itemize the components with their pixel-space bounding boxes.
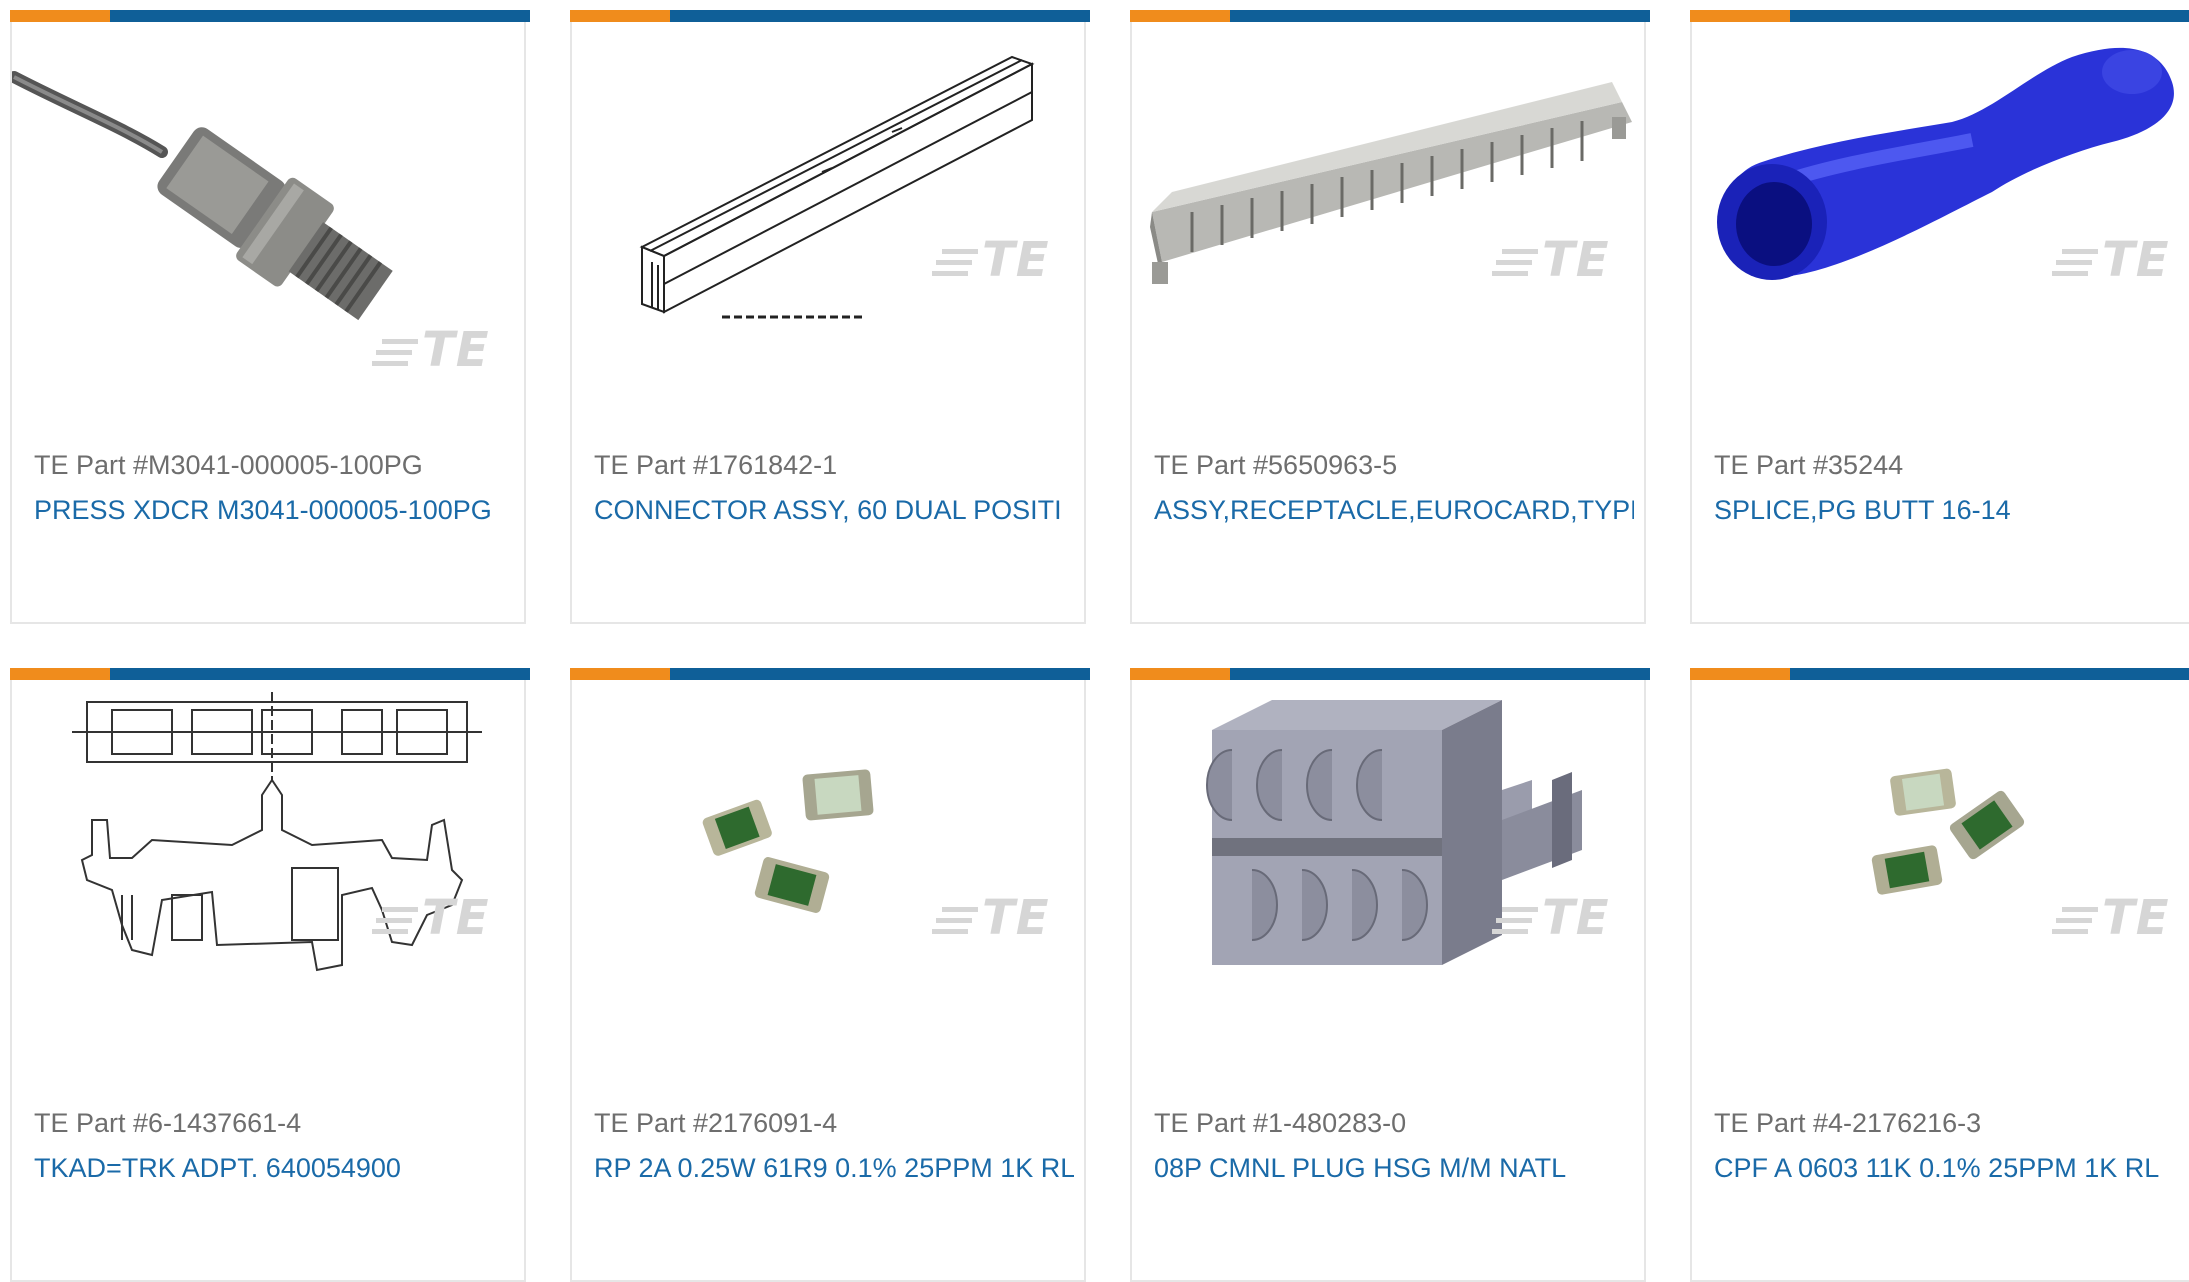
card-color-bar xyxy=(1690,10,2189,22)
product-link[interactable]: TKAD=TRK ADPT. 640054900 xyxy=(34,1153,514,1184)
te-watermark-logo: TE xyxy=(372,322,490,378)
product-link[interactable]: CONNECTOR ASSY, 60 DUAL POSITI xyxy=(594,495,1074,526)
product-image-track-adapter-drawing[interactable]: TE xyxy=(12,680,524,1060)
card-accent-bar xyxy=(1690,668,1790,680)
product-card[interactable]: TE TE Part #1761842-1 CONNECTOR ASSY, 60… xyxy=(570,10,1090,624)
te-watermark-logo: TE xyxy=(932,232,1050,288)
card-color-bar xyxy=(570,668,1090,680)
card-accent-bar xyxy=(10,10,110,22)
product-link[interactable]: RP 2A 0.25W 61R9 0.1% 25PPM 1K RL xyxy=(594,1153,1074,1184)
product-image-pressure-transducer[interactable]: TE xyxy=(12,22,524,402)
product-grid: TE TE Part #M3041-000005-100PG PRESS XDC… xyxy=(0,0,2189,1282)
product-card[interactable]: TE TE Part #M3041-000005-100PG PRESS XDC… xyxy=(10,10,530,624)
product-image-chip-resistors[interactable]: TE xyxy=(572,680,1084,1060)
card-color-bar xyxy=(1130,10,1650,22)
product-link[interactable]: ASSY,RECEPTACLE,EUROCARD,TYPE xyxy=(1154,495,1634,526)
product-card[interactable]: TE TE Part #5650963-5 ASSY,RECEPTACLE,EU… xyxy=(1130,10,1650,624)
card-accent-bar xyxy=(1130,10,1230,22)
card-accent-bar xyxy=(1130,668,1230,680)
card-color-bar xyxy=(1690,668,2189,680)
product-card[interactable]: TE TE Part #4-2176216-3 CPF A 0603 11K 0… xyxy=(1690,668,2189,1282)
product-link[interactable]: CPF A 0603 11K 0.1% 25PPM 1K RL xyxy=(1714,1153,2189,1184)
product-image-butt-splice[interactable]: TE xyxy=(1692,22,2189,402)
product-image-plug-housing[interactable]: TE xyxy=(1132,680,1644,1060)
product-image-chip-resistors[interactable]: TE xyxy=(1692,680,2189,1060)
card-color-bar xyxy=(1130,668,1650,680)
card-accent-bar xyxy=(1690,10,1790,22)
product-link[interactable]: 08P CMNL PLUG HSG M/M NATL xyxy=(1154,1153,1634,1184)
te-watermark-logo: TE xyxy=(2052,232,2170,288)
card-accent-bar xyxy=(10,668,110,680)
card-accent-bar xyxy=(570,668,670,680)
te-watermark-logo: TE xyxy=(1492,890,1610,946)
card-color-bar xyxy=(10,10,530,22)
part-number: TE Part #M3041-000005-100PG xyxy=(34,450,423,480)
part-number: TE Part #5650963-5 xyxy=(1154,450,1398,480)
product-link[interactable]: SPLICE,PG BUTT 16-14 xyxy=(1714,495,2189,526)
part-number: TE Part #2176091-4 xyxy=(594,1108,838,1138)
te-watermark-logo: TE xyxy=(372,890,490,946)
te-watermark-logo: TE xyxy=(1492,232,1610,288)
product-link[interactable]: PRESS XDCR M3041-000005-100PG xyxy=(34,495,514,526)
part-number: TE Part #4-2176216-3 xyxy=(1714,1108,1982,1138)
card-accent-bar xyxy=(570,10,670,22)
product-card[interactable]: TE TE Part #2176091-4 RP 2A 0.25W 61R9 0… xyxy=(570,668,1090,1282)
part-number: TE Part #6-1437661-4 xyxy=(34,1108,302,1138)
te-watermark-logo: TE xyxy=(2052,890,2170,946)
card-color-bar xyxy=(10,668,530,680)
product-card[interactable]: TE TE Part #35244 SPLICE,PG BUTT 16-14 xyxy=(1690,10,2189,624)
product-card[interactable]: TE TE Part #6-1437661-4 TKAD=TRK ADPT. 6… xyxy=(10,668,530,1282)
part-number: TE Part #1-480283-0 xyxy=(1154,1108,1407,1138)
te-watermark-logo: TE xyxy=(932,890,1050,946)
card-color-bar xyxy=(570,10,1090,22)
part-number: TE Part #1761842-1 xyxy=(594,450,838,480)
product-card[interactable]: TE TE Part #1-480283-0 08P CMNL PLUG HSG… xyxy=(1130,668,1650,1282)
product-image-card-edge-connector[interactable]: TE xyxy=(572,22,1084,402)
product-image-eurocard-receptacle[interactable]: TE xyxy=(1132,22,1644,402)
part-number: TE Part #35244 xyxy=(1714,450,1904,480)
